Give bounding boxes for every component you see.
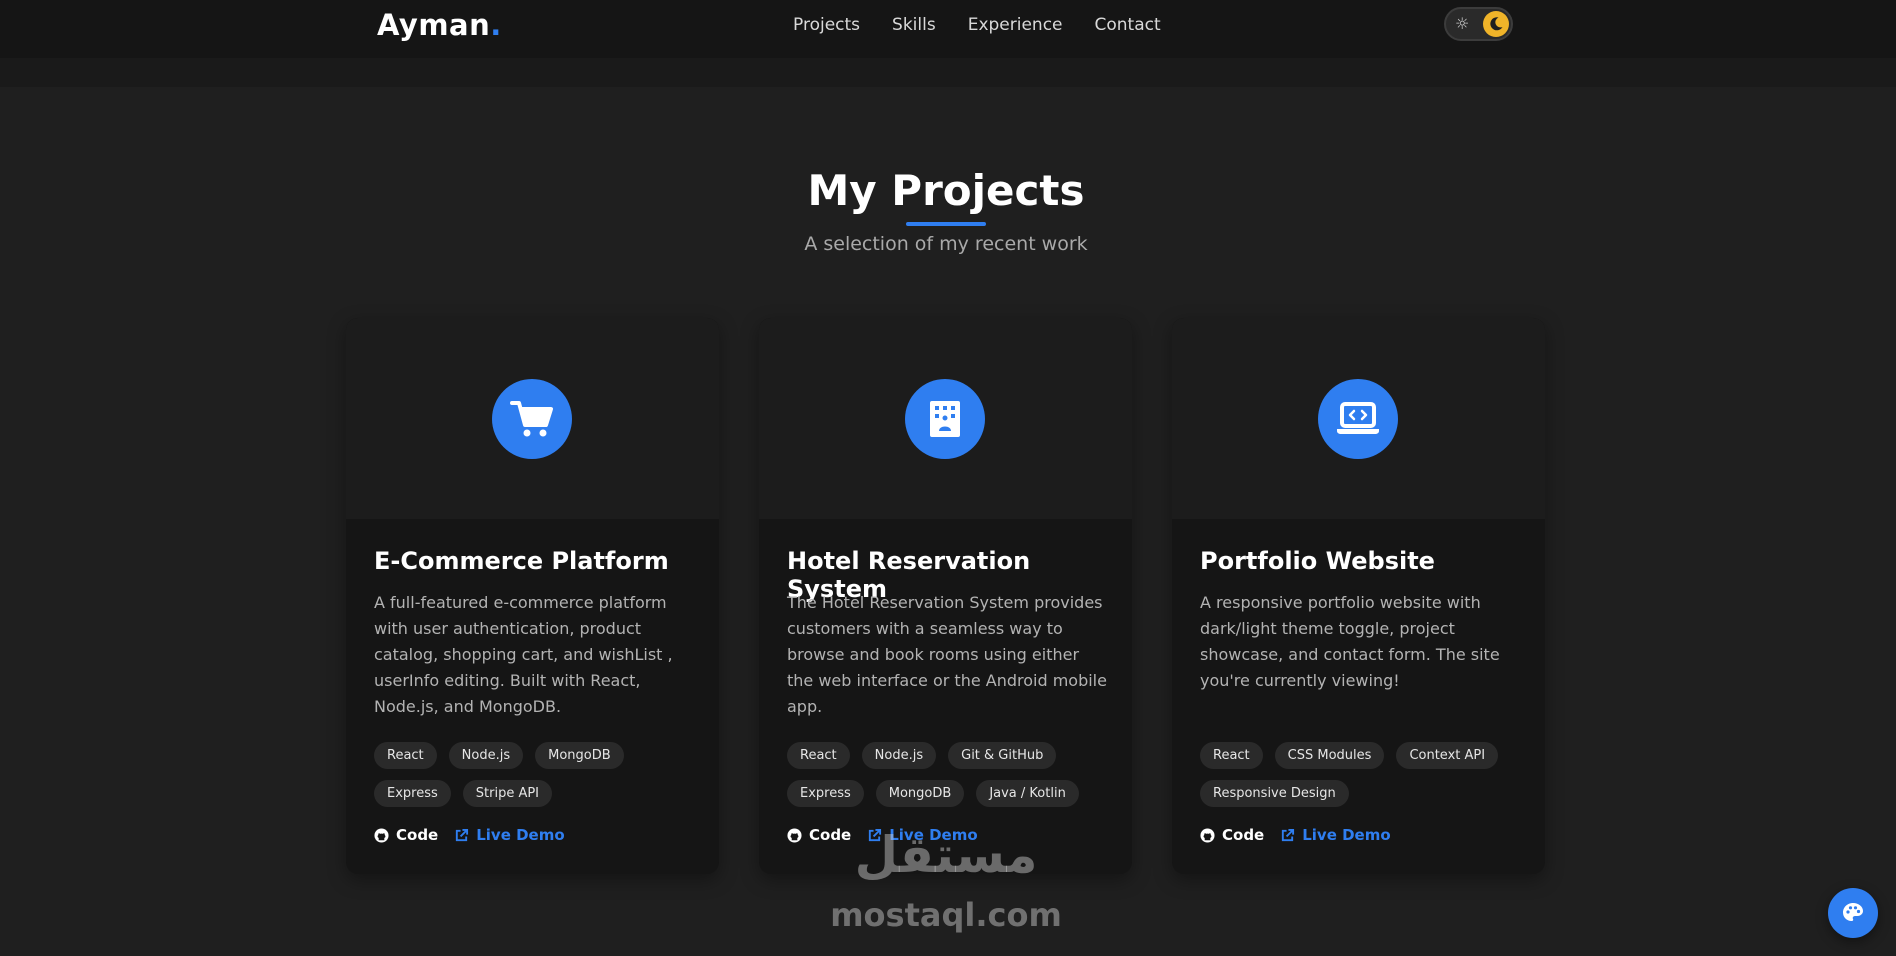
tech-tag: Node.js	[448, 742, 524, 769]
tech-tag: CSS Modules	[1274, 742, 1385, 769]
live-demo-link[interactable]: Live Demo	[1280, 826, 1391, 844]
card-description: A responsive portfolio website with dark…	[1200, 593, 1500, 690]
project-card-hotel: Hotel Reservation System The Hotel Reser…	[759, 318, 1132, 874]
tech-tag: React	[374, 742, 437, 769]
card-header	[346, 318, 719, 519]
card-links: Code Live Demo	[374, 826, 565, 844]
main-nav: Projects Skills Experience Contact	[793, 15, 1161, 35]
hotel-building-icon	[905, 379, 985, 459]
github-icon	[374, 827, 389, 843]
nav-link-projects[interactable]: Projects	[793, 15, 860, 35]
tech-tags: React Node.js MongoDB Express Stripe API	[374, 742, 704, 807]
tech-tags: React Node.js Git & GitHub Express Mongo…	[787, 742, 1117, 807]
external-link-icon	[1282, 828, 1295, 841]
tech-tag: Responsive Design	[1200, 780, 1349, 807]
toggle-knob	[1483, 11, 1509, 37]
github-icon	[1200, 827, 1215, 843]
logo-dot: .	[490, 8, 502, 42]
tech-tag: Express	[374, 780, 451, 807]
code-link[interactable]: Code	[374, 826, 438, 844]
tech-tag: React	[787, 742, 850, 769]
nav-link-contact[interactable]: Contact	[1095, 15, 1161, 35]
palette-icon	[1843, 903, 1863, 921]
shopping-cart-icon	[492, 379, 572, 459]
project-card-portfolio: Portfolio Website A responsive portfolio…	[1172, 318, 1545, 874]
color-palette-button[interactable]	[1828, 888, 1878, 938]
tech-tag: Express	[787, 780, 864, 807]
external-link-icon	[456, 828, 469, 841]
card-description: A full-featured e-commerce platform with…	[374, 593, 673, 716]
tech-tag: MongoDB	[875, 780, 965, 807]
tech-tag: Git & GitHub	[948, 742, 1057, 769]
tech-tags: React CSS Modules Context API Responsive…	[1200, 742, 1530, 807]
section-subtitle: A selection of my recent work	[804, 233, 1088, 255]
nav-link-experience[interactable]: Experience	[968, 15, 1063, 35]
card-title: Portfolio Website	[1200, 547, 1435, 575]
card-description: The Hotel Reservation System provides cu…	[787, 593, 1107, 716]
laptop-code-icon	[1318, 379, 1398, 459]
logo-text: Ayman	[377, 8, 491, 42]
code-link-label: Code	[396, 826, 439, 844]
tech-tag: React	[1200, 742, 1263, 769]
sun-icon: ☼	[1455, 14, 1470, 33]
card-header	[759, 318, 1132, 519]
site-logo[interactable]: Ayman.	[377, 8, 502, 42]
card-title: E-Commerce Platform	[374, 547, 669, 575]
tech-tag: Node.js	[861, 742, 937, 769]
live-demo-link[interactable]: Live Demo	[454, 826, 565, 844]
card-links: Code Live Demo	[1200, 826, 1391, 844]
live-demo-label: Live Demo	[1302, 826, 1391, 844]
watermark-text: mostaql.com	[830, 896, 1062, 934]
tech-tag: MongoDB	[535, 742, 624, 769]
card-header	[1172, 318, 1545, 519]
live-demo-label: Live Demo	[476, 826, 565, 844]
title-underline	[906, 222, 986, 226]
project-card-ecommerce: E-Commerce Platform A full-featured e-co…	[346, 318, 719, 874]
code-link[interactable]: Code	[1200, 826, 1264, 844]
watermark-arabic: مستقل	[854, 826, 1038, 884]
navbar: Ayman. Projects Skills Experience Contac…	[0, 0, 1896, 58]
github-icon	[787, 827, 802, 843]
tech-tag: Context API	[1396, 742, 1499, 769]
moon-icon	[1490, 17, 1503, 31]
header-spacer	[0, 58, 1896, 87]
section-title: My Projects	[807, 166, 1085, 215]
theme-toggle[interactable]: ☼	[1444, 7, 1513, 41]
nav-link-skills[interactable]: Skills	[892, 15, 936, 35]
code-link-label: Code	[1222, 826, 1265, 844]
tech-tag: Stripe API	[462, 780, 553, 807]
tech-tag: Java / Kotlin	[976, 780, 1079, 807]
